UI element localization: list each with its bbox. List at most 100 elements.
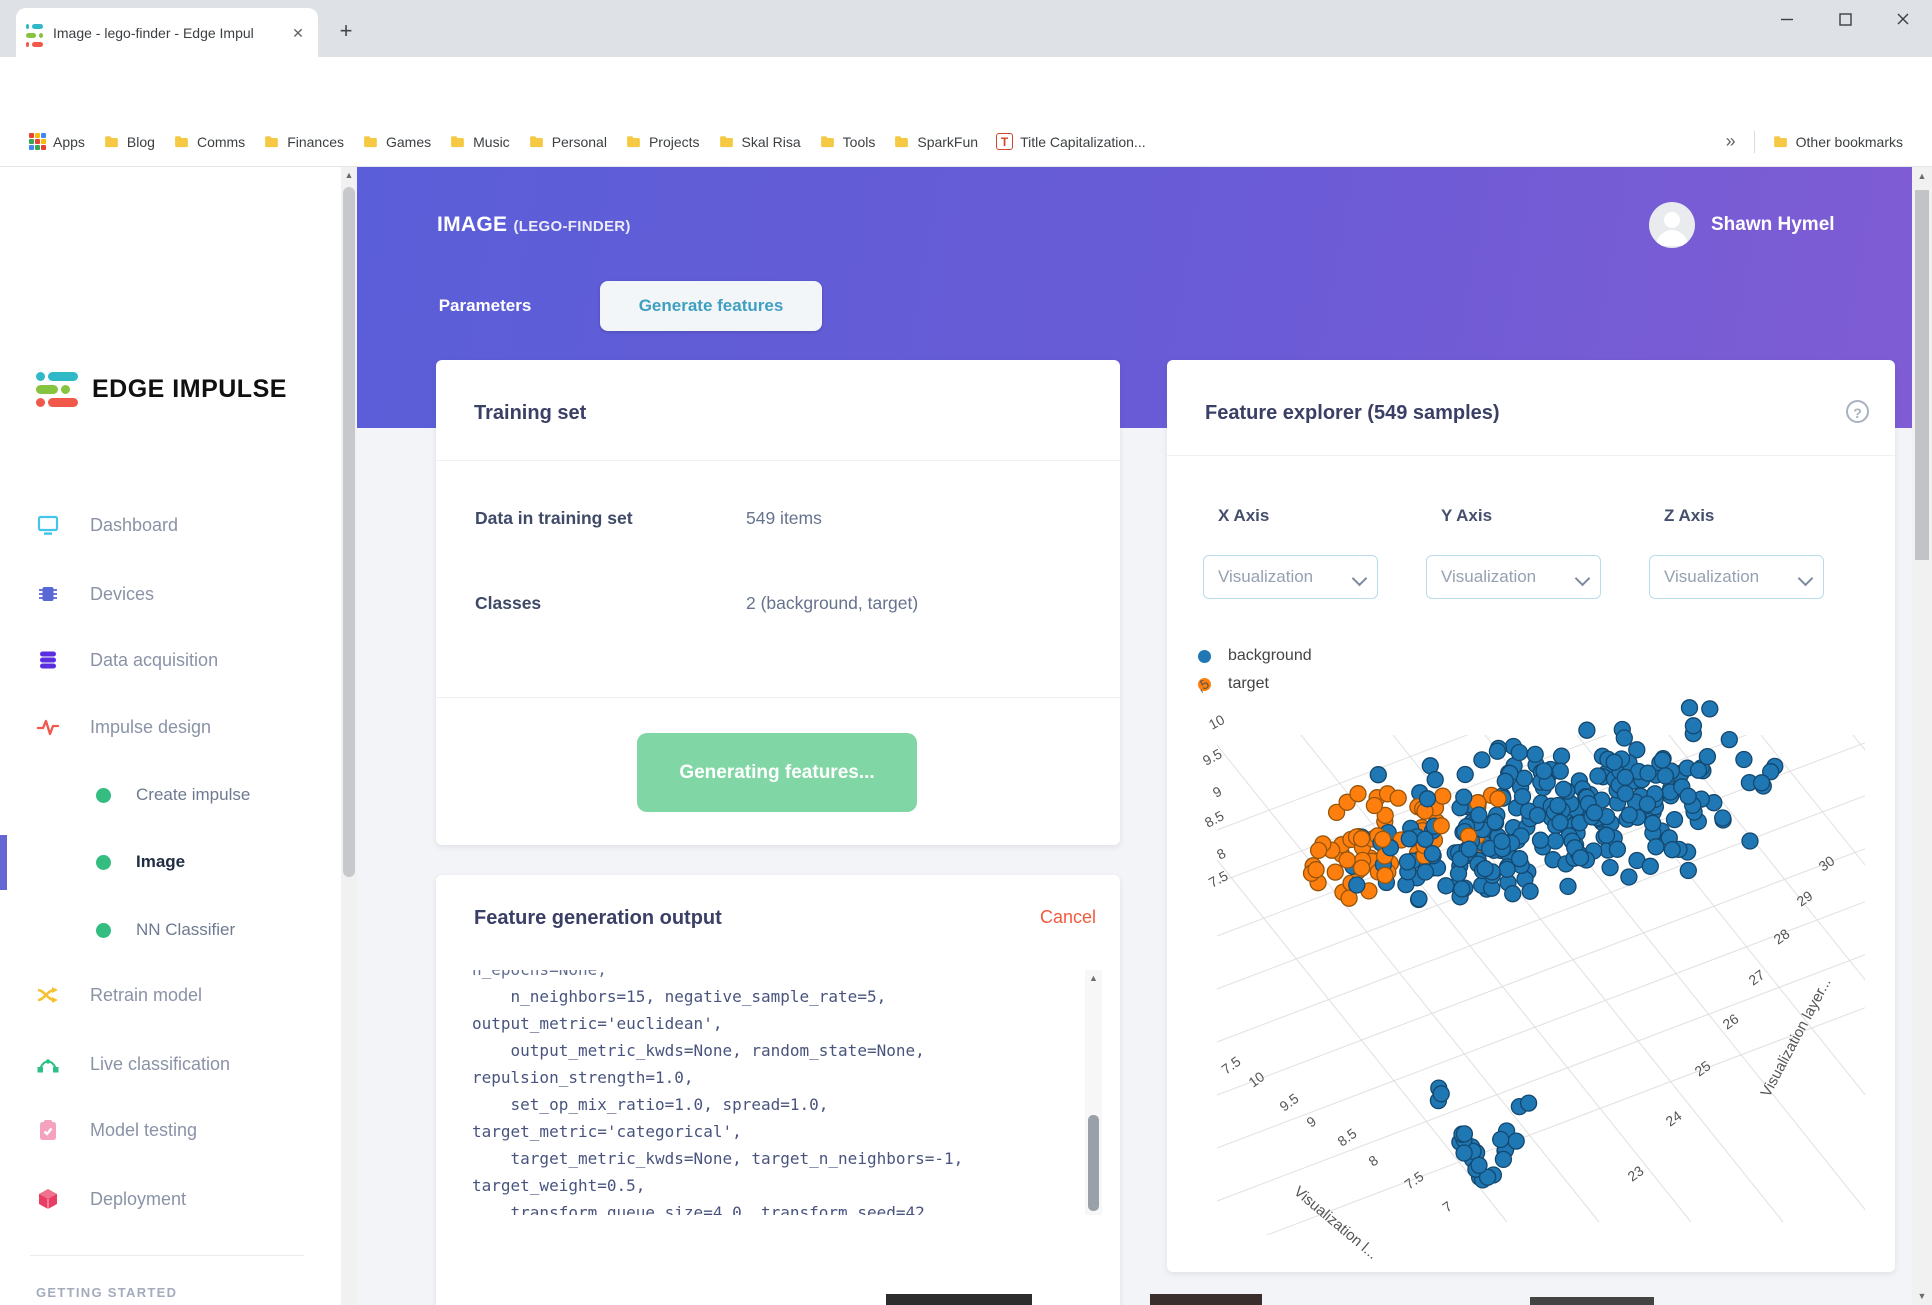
data-point-target[interactable] [1349, 785, 1367, 803]
bookmark-item[interactable]: Music [440, 128, 519, 155]
data-point-background[interactable] [1689, 761, 1708, 779]
data-point-background[interactable] [1663, 841, 1681, 859]
sidebar-item-live-classification[interactable]: Live classification [0, 1040, 341, 1088]
data-point-background[interactable] [1513, 787, 1532, 806]
data-point-background[interactable] [1470, 806, 1488, 824]
bookmark-item[interactable]: Apps [20, 128, 94, 155]
data-point-background[interactable] [1552, 747, 1571, 765]
scroll-up-arrow[interactable]: ▲ [1912, 169, 1932, 183]
data-point-background[interactable] [1453, 880, 1471, 898]
window-maximize-button[interactable] [1816, 0, 1874, 38]
data-point-background[interactable] [1528, 806, 1547, 824]
help-icon[interactable]: ? [1846, 400, 1869, 423]
data-point-background[interactable] [1535, 762, 1553, 780]
data-point-background[interactable] [1551, 762, 1569, 780]
axis-select-z[interactable]: Visualization [1649, 555, 1824, 599]
data-point-background[interactable] [1616, 768, 1634, 786]
data-point-background[interactable] [1551, 813, 1569, 832]
other-bookmarks[interactable]: Other bookmarks [1763, 128, 1912, 155]
data-point-background[interactable] [1701, 700, 1719, 718]
data-point-target[interactable] [1352, 859, 1371, 877]
data-point-background[interactable] [1416, 830, 1434, 848]
data-point-background[interactable] [1455, 1125, 1474, 1143]
data-point-background[interactable] [1605, 753, 1623, 771]
sidebar-item-data-acquisition[interactable]: Data acquisition [0, 636, 341, 684]
sidebar-item-retrain-model[interactable]: Retrain model [0, 971, 341, 1019]
sidebar-item-image[interactable]: Image [0, 838, 341, 886]
tab-parameters[interactable]: Parameters [420, 281, 550, 331]
bookmark-item[interactable]: Blog [94, 128, 164, 155]
data-point-background[interactable] [1515, 769, 1533, 787]
bookmark-item[interactable]: Games [353, 128, 440, 155]
data-point-background[interactable] [1643, 814, 1662, 832]
scroll-down-arrow[interactable]: ▼ [1912, 1289, 1932, 1303]
data-point-background[interactable] [1653, 751, 1672, 769]
data-point-background[interactable] [1510, 850, 1529, 868]
bookmark-item[interactable]: Personal [519, 128, 616, 155]
data-point-background[interactable] [1608, 840, 1627, 858]
data-point-background[interactable] [1493, 832, 1511, 850]
edge-impulse-logo[interactable]: EDGE IMPULSE [36, 372, 287, 407]
data-point-background[interactable] [1615, 729, 1633, 747]
data-point-background[interactable] [1531, 831, 1550, 849]
data-point-background[interactable] [1752, 774, 1771, 792]
browser-tab[interactable]: Image - lego-finder - Edge Impul ✕ [16, 8, 318, 57]
data-point-background[interactable] [1698, 747, 1717, 766]
data-point-background[interactable] [1369, 766, 1387, 784]
data-point-target[interactable] [1374, 830, 1392, 848]
page-scrollbar[interactable]: ▲ ▼ [1912, 167, 1932, 1305]
data-point-target[interactable] [1376, 866, 1394, 884]
data-point-background[interactable] [1507, 1132, 1525, 1150]
generating-features-button[interactable]: Generating features... [637, 733, 917, 812]
data-point-background[interactable] [1684, 717, 1703, 735]
new-tab-button[interactable]: + [332, 18, 360, 46]
data-point-background[interactable] [1437, 877, 1455, 895]
sidebar-scrollbar[interactable]: ▲ [341, 167, 357, 1305]
data-point-background[interactable] [1455, 788, 1473, 806]
data-point-background[interactable] [1720, 730, 1738, 749]
data-point-target[interactable] [1338, 851, 1356, 869]
scroll-up-arrow[interactable]: ▲ [341, 167, 357, 183]
scrollbar-thumb[interactable] [1915, 190, 1929, 560]
bookmark-item[interactable]: Skal Risa [709, 128, 810, 155]
data-point-background[interactable] [1714, 809, 1732, 827]
data-point-background[interactable] [1546, 832, 1565, 850]
data-point-background[interactable] [1735, 750, 1753, 769]
data-point-target[interactable] [1326, 863, 1344, 881]
data-point-background[interactable] [1647, 838, 1665, 856]
bookmark-item[interactable]: Projects [616, 128, 709, 155]
tab-close-icon[interactable]: ✕ [288, 23, 308, 43]
user-menu[interactable]: Shawn Hymel [1649, 202, 1835, 248]
sidebar-item-impulse-design[interactable]: Impulse design [0, 703, 341, 751]
data-point-background[interactable] [1656, 767, 1675, 785]
data-point-background[interactable] [1496, 772, 1514, 790]
sidebar-item-dashboard[interactable]: Dashboard [0, 501, 341, 549]
data-point-background[interactable] [1470, 1156, 1488, 1174]
data-point-background[interactable] [1665, 810, 1684, 829]
data-point-background[interactable] [1521, 882, 1539, 900]
sidebar-item-deployment[interactable]: Deployment [0, 1175, 341, 1223]
data-point-background[interactable] [1639, 764, 1657, 782]
data-point-target[interactable] [1389, 789, 1407, 807]
data-point-background[interactable] [1400, 830, 1418, 848]
console-scrollbar[interactable]: ▲ [1085, 970, 1102, 1215]
data-point-background[interactable] [1494, 1150, 1513, 1169]
data-point-background[interactable] [1554, 780, 1573, 798]
data-point-background[interactable] [1571, 849, 1590, 867]
data-point-background[interactable] [1616, 784, 1635, 803]
data-point-background[interactable] [1460, 840, 1478, 858]
feature-explorer-3d-scatter[interactable]: ,5109.598.587.57.5109.598.587.5730292827… [1177, 680, 1887, 1272]
data-point-target[interactable] [1434, 787, 1452, 805]
data-point-background[interactable] [1473, 751, 1491, 769]
bookmark-item[interactable]: Finances [254, 128, 353, 155]
data-point-background[interactable] [1455, 1144, 1473, 1162]
sidebar-item-model-testing[interactable]: Model testing [0, 1106, 341, 1154]
data-point-target[interactable] [1309, 841, 1328, 860]
data-point-background[interactable] [1559, 877, 1577, 896]
data-point-background[interactable] [1449, 864, 1468, 883]
data-point-background[interactable] [1492, 1130, 1510, 1149]
data-point-background[interactable] [1418, 790, 1437, 808]
data-point-background[interactable] [1680, 699, 1699, 717]
data-point-background[interactable] [1432, 1085, 1450, 1103]
cancel-button[interactable]: Cancel [1040, 907, 1096, 928]
